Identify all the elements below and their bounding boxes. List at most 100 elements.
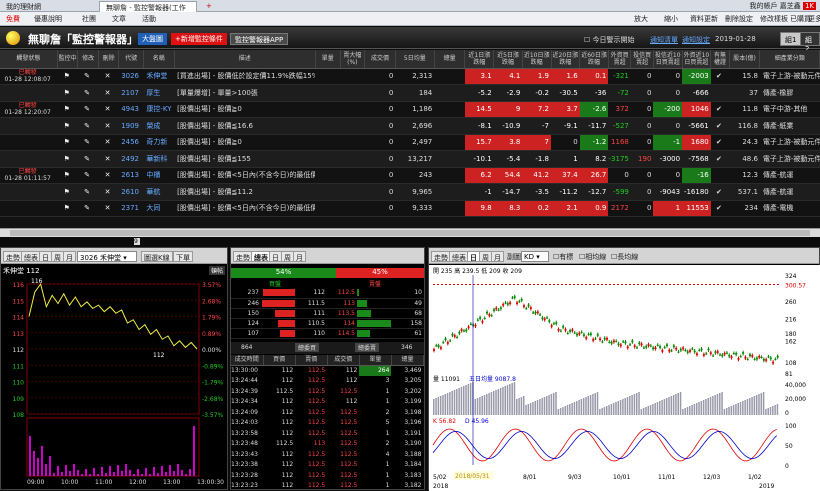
monitor-toggle-icon[interactable]: ⚑ <box>57 101 77 118</box>
stock-code[interactable]: 2107 <box>119 85 144 102</box>
col-header[interactable]: 細產業分類 <box>760 50 820 68</box>
stock-code[interactable]: 2492 <box>119 151 144 168</box>
stock-name[interactable]: 大同 <box>143 200 174 217</box>
notify-list-link[interactable]: 通知清單 <box>650 35 678 45</box>
edit-pencil-icon[interactable]: ✎ <box>78 184 98 201</box>
col-header[interactable]: 觸發狀態 <box>0 50 57 68</box>
monitor-toggle-icon[interactable]: ⚑ <box>57 68 77 85</box>
stock-code[interactable]: 1909 <box>119 118 144 135</box>
account-area[interactable]: 我的帳戶 嘉芝鑫 1K <box>749 1 816 11</box>
table-row[interactable]: ⚑✎✕2456奇力新[股價出場] - 股價≧002,49715.73.870-1… <box>0 134 820 151</box>
col-header[interactable]: 投信近10日買賣超 <box>653 50 682 68</box>
col-header[interactable]: 5日均量 <box>395 50 434 68</box>
stock-code[interactable]: 2613 <box>119 167 144 184</box>
today-alert-checkbox[interactable]: ☐ 今日警示開始 <box>584 35 635 45</box>
delete-x-icon[interactable]: ✕ <box>98 184 118 201</box>
zoom-out-button[interactable]: 縮小 <box>664 14 678 24</box>
chk-long-ma[interactable]: ☐長均線 <box>611 252 638 262</box>
refresh-button[interactable]: 資料更新 <box>690 14 718 24</box>
offer-link[interactable]: 優惠說明 <box>34 14 62 24</box>
table-row[interactable]: ⚑✎✕2492華新科[股價出場] - 股價≦155013,217-10.1-5.… <box>0 151 820 168</box>
more-button[interactable]: 更多 <box>808 14 820 24</box>
account-label[interactable]: 我的帳戶 <box>749 2 777 10</box>
edit-pencil-icon[interactable]: ✎ <box>78 167 98 184</box>
col-header[interactable]: 賣大幅(%) <box>340 50 365 68</box>
ob-tab-summary[interactable]: 總表 <box>251 251 271 262</box>
edit-pencil-icon[interactable]: ✎ <box>78 118 98 135</box>
group-1-tab[interactable]: 組1 <box>780 32 801 46</box>
edit-pencil-icon[interactable]: ✎ <box>78 101 98 118</box>
delete-x-icon[interactable]: ✕ <box>98 200 118 217</box>
tab-trend[interactable]: 走勢 <box>3 251 23 262</box>
notify-settings-link[interactable]: 通知設定 <box>682 35 710 45</box>
col-header[interactable]: 描述 <box>174 50 315 68</box>
col-header[interactable]: 近60日漲跌幅 <box>580 50 609 68</box>
col-header[interactable]: 監控中 <box>57 50 77 68</box>
col-header[interactable]: 近1日漲跌幅 <box>465 50 494 68</box>
table-row[interactable]: ⚑✎✕1909榮成[股價出場] - 股價≦16.602,696-8.1-10.9… <box>0 118 820 135</box>
stock-name[interactable]: 康控-KY <box>143 101 174 118</box>
delete-x-icon[interactable]: ✕ <box>98 167 118 184</box>
delete-x-icon[interactable]: ✕ <box>98 118 118 135</box>
col-header[interactable]: 有無權證 <box>711 50 729 68</box>
col-header[interactable]: 外資買賣超 <box>608 50 631 68</box>
ob-tab-trend[interactable]: 走勢 <box>233 251 253 262</box>
app-download-button[interactable]: 監控警報器APP <box>230 33 288 45</box>
k-tab-summary[interactable]: 總表 <box>449 251 469 262</box>
stock-name[interactable]: 中櫃 <box>143 167 174 184</box>
monitor-toggle-icon[interactable]: ⚑ <box>57 167 77 184</box>
delete-x-icon[interactable]: ✕ <box>98 101 118 118</box>
delete-x-icon[interactable]: ✕ <box>98 134 118 151</box>
edit-pencil-icon[interactable]: ✎ <box>78 85 98 102</box>
chk-marks[interactable]: ☐有標 <box>553 252 573 262</box>
order-button[interactable]: 下單 <box>173 251 193 262</box>
browser-tab-alert[interactable]: 無聊詹 - 監控警報器(工作 <box>99 1 197 12</box>
stock-name[interactable]: 禾伸堂 <box>143 68 174 85</box>
zoom-in-button[interactable]: 放大 <box>634 14 648 24</box>
stock-name[interactable]: 榮成 <box>143 118 174 135</box>
tab-summary[interactable]: 總表 <box>21 251 41 262</box>
event-link[interactable]: 活動 <box>142 14 156 24</box>
tab-month[interactable]: 月 <box>63 251 76 262</box>
edit-template-button[interactable]: 修改樣板 <box>760 14 788 24</box>
stock-code[interactable]: 2456 <box>119 134 144 151</box>
stock-code[interactable]: 2371 <box>119 200 144 217</box>
monitor-toggle-icon[interactable]: ⚑ <box>57 151 77 168</box>
table-row[interactable]: 已觸發01-28 12:20:07⚑✎✕4943康控-KY[股價出場] - 股價… <box>0 101 820 118</box>
monitor-toggle-icon[interactable]: ⚑ <box>57 184 77 201</box>
col-header[interactable]: 修改 <box>78 50 98 68</box>
edit-pencil-icon[interactable]: ✎ <box>78 200 98 217</box>
col-header[interactable]: 刪除 <box>98 50 118 68</box>
notify-badge[interactable]: 1K <box>803 2 816 10</box>
col-header[interactable]: 近5日漲跌幅 <box>494 50 523 68</box>
k-tab-month[interactable]: 月 <box>491 251 504 262</box>
edit-pencil-icon[interactable]: ✎ <box>78 68 98 85</box>
col-header[interactable]: 總量 <box>434 50 465 68</box>
indicator-select[interactable]: KD ▾ <box>521 251 549 262</box>
article-link[interactable]: 文章 <box>112 14 126 24</box>
pin-button[interactable]: 頓帖 <box>209 266 225 275</box>
monitor-toggle-icon[interactable]: ⚑ <box>57 85 77 102</box>
market-chart-button[interactable]: 大盤圖 <box>138 33 167 45</box>
new-tab-button[interactable]: + <box>200 1 216 12</box>
stock-name[interactable]: 華新科 <box>143 151 174 168</box>
horizontal-scrollbar[interactable] <box>0 228 820 237</box>
monitor-toggle-icon[interactable]: ⚑ <box>57 118 77 135</box>
col-header[interactable]: 代號 <box>119 50 144 68</box>
chk-mid-ma[interactable]: ☐相均線 <box>579 252 606 262</box>
col-header[interactable]: 股本(億) <box>729 50 760 68</box>
add-condition-button[interactable]: +新增監控條件 <box>171 33 227 45</box>
kline-button[interactable]: 圖選K線 <box>141 251 173 262</box>
scrollbar-thumb[interactable] <box>10 230 810 236</box>
user-name[interactable]: 嘉芝鑫 <box>780 2 801 10</box>
col-header[interactable]: 外資近10日買賣超 <box>682 50 711 68</box>
delete-settings-button[interactable]: 刪除設定 <box>725 14 753 24</box>
k-tab-trend[interactable]: 走勢 <box>431 251 451 262</box>
col-header[interactable]: 近10日漲跌幅 <box>522 50 551 68</box>
col-header[interactable]: 單量 <box>315 50 340 68</box>
stock-name[interactable]: 厚生 <box>143 85 174 102</box>
free-link[interactable]: 免費 <box>6 14 20 24</box>
table-row[interactable]: 已觸發01-28 12:08:07⚑✎✕3026禾伸堂[買進出場] - 股價低於… <box>0 68 820 85</box>
col-header[interactable]: 近20日漲跌幅 <box>551 50 580 68</box>
delete-x-icon[interactable]: ✕ <box>98 85 118 102</box>
